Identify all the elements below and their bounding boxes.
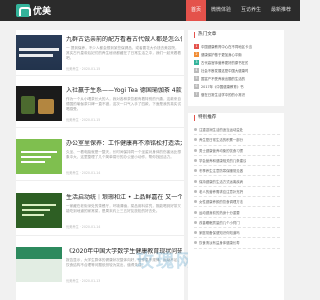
main-nav: 首页 微微体验 互访养生 最新推荐 <box>186 0 296 21</box>
recommended-item[interactable]: 养生是日常生活的积累一部分 <box>194 135 280 146</box>
article-excerpt: 一家藏在老街深处的茶餐厅，环境清幽，菜品用料讲究，既能喝到好茶又能吃到地道的家常… <box>66 204 181 213</box>
recommended-item[interactable]: 保持健康的生活方式远离疾病 <box>194 176 280 187</box>
hot-articles-list: 1 中国健康教育中心在不同地区卡当 2 健康保护基于更加身心平衡 3 古代高官帅营养更… <box>194 42 280 98</box>
logo-icon <box>16 4 31 17</box>
article-title[interactable]: 生活启动统｜琅琊和江 • 上品鲜嘉在 又一个吃茶嘴茶吃饭的好去 <box>66 194 182 202</box>
article-title[interactable]: 入社赢于生系——Yogi Tea 德国瑜伽茶 4款试喝_味道_章本 <box>66 87 182 95</box>
hot-article-item[interactable]: 7 做在日常生活学中的的小常识 <box>194 90 280 98</box>
article-thumbnail[interactable] <box>16 86 62 121</box>
recommended-panel: 特别推荐 注重滋润生活的适当运动益处 养生是日常生活的积累一部分 男士健康营养均… <box>188 113 284 300</box>
recommended-item[interactable]: 注重滋润生活的适当运动益处 <box>194 125 280 136</box>
article-title[interactable]: 办公室里保养：工作健康再不添铭松打造活力职场生活！_工作_ <box>66 140 182 148</box>
article-thumbnail[interactable] <box>16 247 62 282</box>
article-meta: 优美养生 · 2020-01-15 <box>66 67 101 71</box>
nav-item-health[interactable]: 互访养生 <box>236 0 266 21</box>
logo-text: 优美 <box>33 7 52 17</box>
top-nav-bar: 优美 首页 微微体验 互访养生 最新推荐 <box>0 0 300 21</box>
article-excerpt: 一 提到保养，不少人都会想到某些保健品，或者要花大价钱去美容院，其实古代皇帝后妃… <box>66 46 181 60</box>
article-excerpt: 久坐、一看电脑就是一整天，长时间保持同一个坐姿对身体的伤害远比想象中大，这里整理… <box>66 150 181 159</box>
recommended-item[interactable]: 学会营养和健康相关的几条建议 <box>194 156 280 167</box>
recommended-item[interactable]: 饮食清淡有益身体健康长寿 <box>194 238 280 249</box>
divider <box>16 180 184 181</box>
hot-articles-title: 热门文章 <box>194 32 216 38</box>
divider <box>16 127 184 128</box>
recommended-item[interactable]: 家庭常备保健知识你知道吗 <box>194 228 280 239</box>
recommended-item[interactable]: 冬季养生注意防寒保暖常见做 <box>194 166 280 177</box>
hot-article-item[interactable]: 5 国富产不受养我出题的生活的 <box>194 74 280 82</box>
hot-article-item[interactable]: 1 中国健康教育中心在不同地区卡当 <box>194 42 280 50</box>
divider <box>16 75 184 76</box>
article-meta: 优美养生 · 2020-01-15 <box>66 118 101 122</box>
recommended-item[interactable]: 运动健身前的热身十分重要 <box>194 207 280 218</box>
article-meta: 优美养生 · 2020-01-13 <box>66 279 101 283</box>
hot-article-item[interactable]: 2 健康保护基于更加身心平衡 <box>194 50 280 58</box>
recommended-item[interactable]: 男士健康营养均衡的饮食习惯 <box>194 146 280 156</box>
divider <box>16 235 184 236</box>
hot-articles-panel: 热门文章 1 中国健康教育中心在不同地区卡当 2 健康保护基于更加身心平衡 3 古代高… <box>188 30 284 106</box>
nav-item-latest[interactable]: 最新推荐 <box>266 0 296 21</box>
article-thumbnail[interactable] <box>16 35 62 70</box>
article-title[interactable]: 九群古话亲前的配万看着古代做人都是怎么保养的_功能_猜猜 <box>66 36 182 44</box>
nav-item-home[interactable]: 首页 <box>186 0 207 21</box>
watermark: 玫瑰网 <box>136 251 196 272</box>
hot-article-item[interactable]: 3 古代高官帅营养更好的原书在的 <box>194 58 280 66</box>
recommended-list: 注重滋润生活的适当运动益处 养生是日常生活的积累一部分 男士健康营养均衡的饮食习… <box>194 125 280 249</box>
article-meta: 优美养生 · 2020-01-14 <box>66 225 101 229</box>
recommended-title: 特别推荐 <box>194 115 216 121</box>
site-logo[interactable]: 优美 <box>16 3 51 18</box>
recommended-item[interactable]: 老人的营养需求应注意补充钙 <box>194 187 280 198</box>
hot-article-item[interactable]: 4 社会不断发展这是中国大健康时 <box>194 66 280 74</box>
article-meta: 优美养生 · 2020-01-14 <box>66 171 101 175</box>
recommended-item[interactable]: 女性健康养颜的饮食调理方法 <box>194 197 280 208</box>
hot-article-item[interactable]: 6 2017年《中国健康教育》书 <box>194 82 280 90</box>
article-thumbnail[interactable] <box>16 139 62 174</box>
nav-item-experience[interactable]: 微微体验 <box>206 0 236 21</box>
recommended-item[interactable]: 改善睡眠质量的几个小窍门 <box>194 218 280 228</box>
article-excerpt: 作为一个从小喝茶长大的人，我对各种茶饮都有着特别的兴趣，这款来自德国的瑜伽茶口碑… <box>66 97 181 111</box>
article-thumbnail[interactable] <box>16 193 62 228</box>
